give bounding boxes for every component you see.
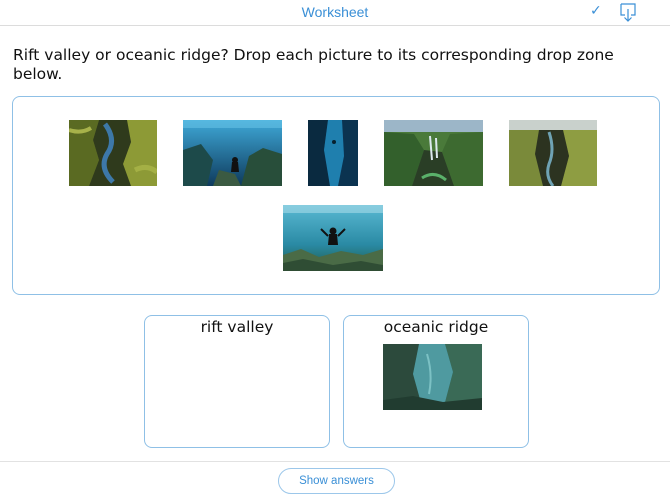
- footer-divider: [0, 461, 670, 462]
- check-icon[interactable]: ✓: [590, 2, 606, 20]
- top-bar: Worksheet ✓: [0, 0, 670, 26]
- drop-zone-rift-valley[interactable]: rift valley: [144, 315, 330, 448]
- download-icon[interactable]: [620, 3, 636, 22]
- drop-zone-label: oceanic ridge: [383, 318, 489, 336]
- drop-zone-label: rift valley: [200, 318, 274, 336]
- worksheet-title: Worksheet: [301, 4, 369, 20]
- diver-rift-picture[interactable]: [183, 120, 282, 186]
- placed-underwater-canyon-picture[interactable]: [383, 344, 482, 410]
- canyon-moss-picture[interactable]: [69, 120, 157, 186]
- show-answers-button[interactable]: Show answers: [278, 468, 395, 494]
- question-prompt: Rift valley or oceanic ridge? Drop each …: [13, 46, 614, 83]
- diver-surface-picture[interactable]: [283, 205, 383, 271]
- underwater-fissure-picture[interactable]: [308, 120, 358, 186]
- mossy-gorge-picture[interactable]: [509, 120, 597, 186]
- green-canyon-waterfall-picture[interactable]: [384, 120, 483, 186]
